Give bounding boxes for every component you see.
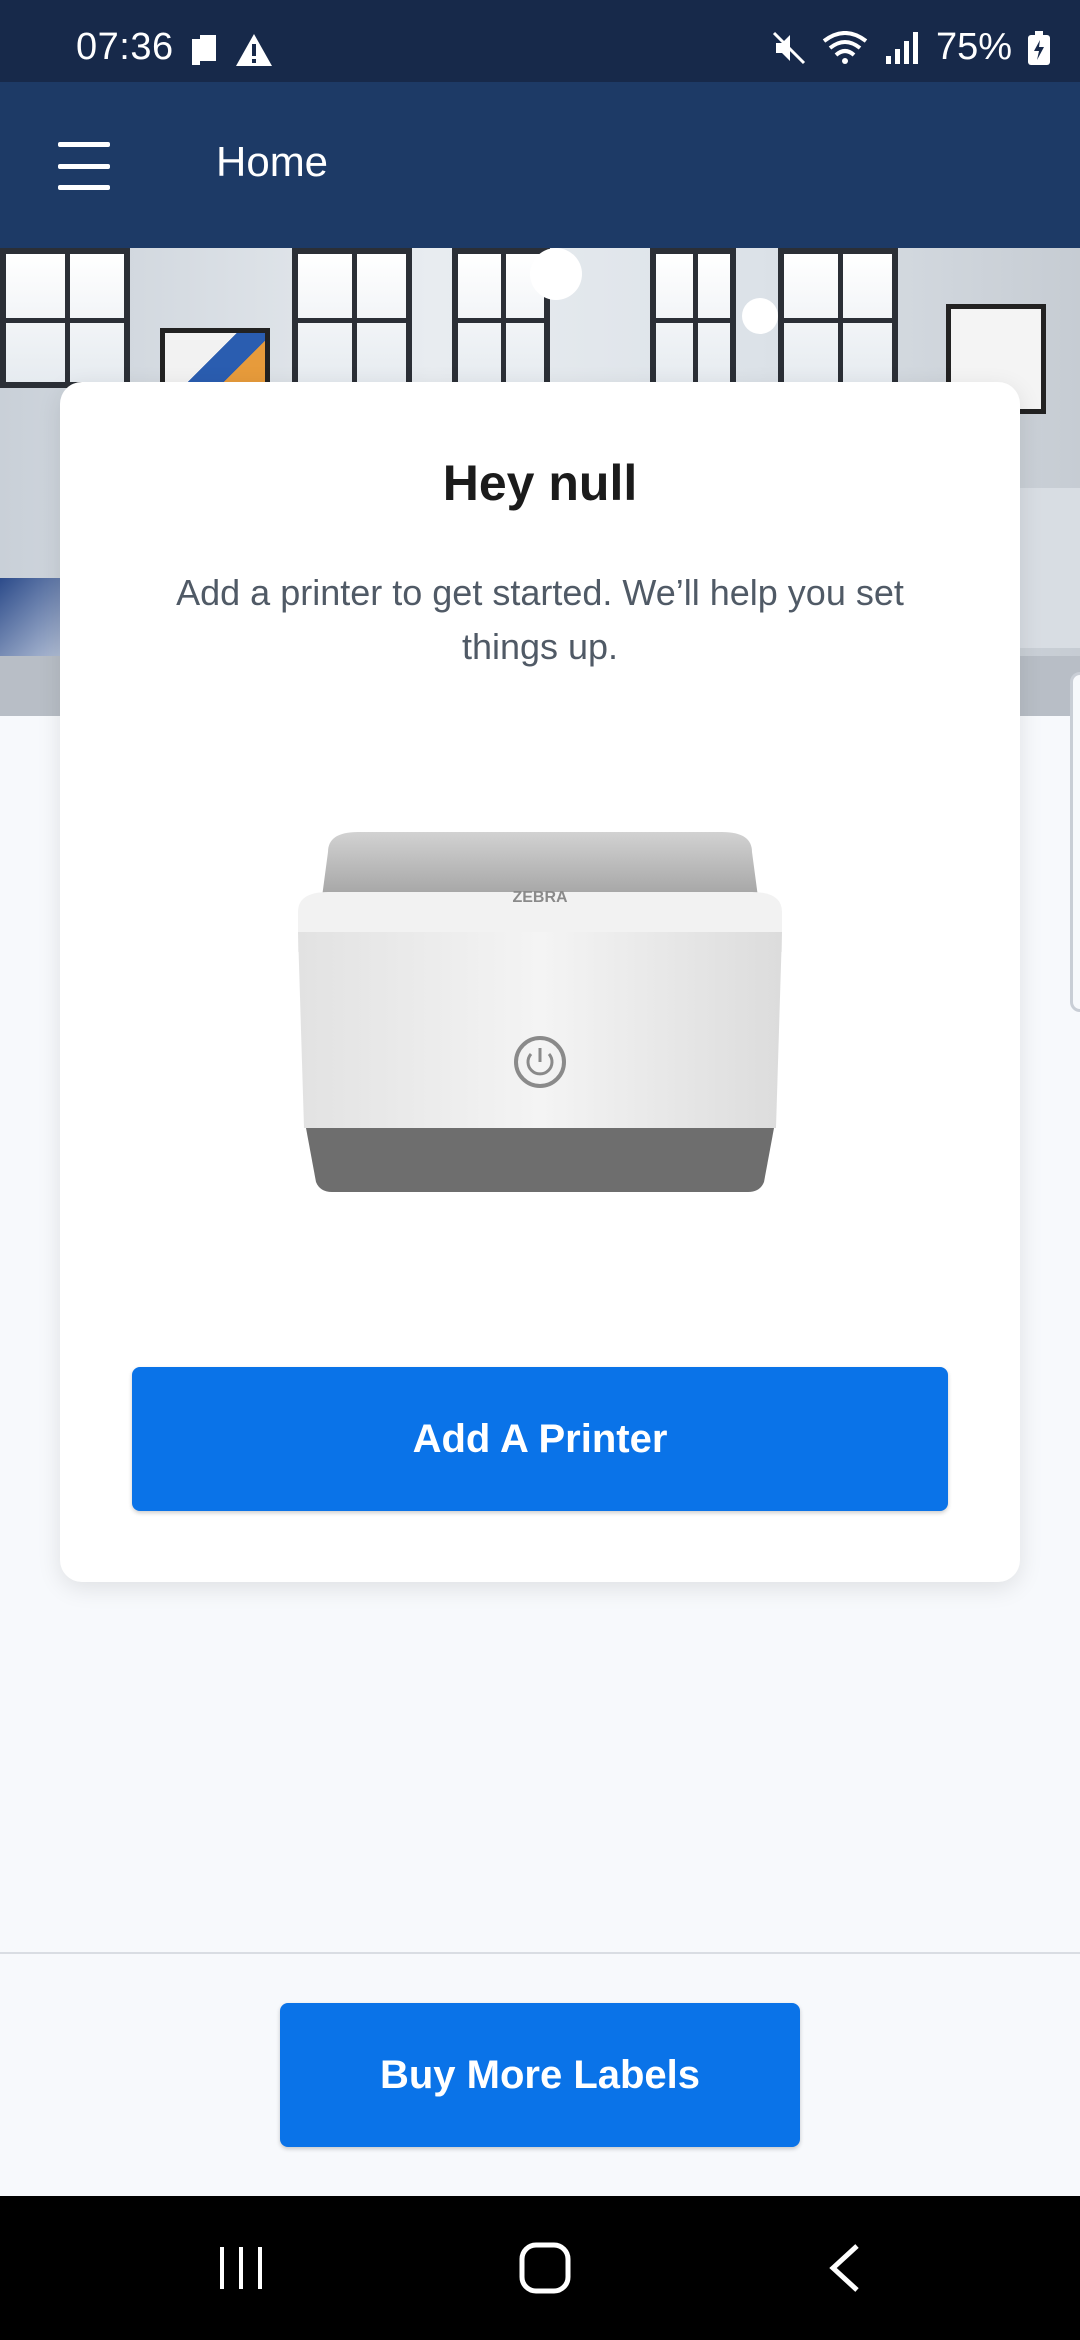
status-bar: 07:36 75% <box>0 0 1080 82</box>
card-title: Hey null <box>442 455 638 511</box>
warning-icon <box>236 34 272 66</box>
card-subtitle: Add a printer to get started. We’ll help… <box>176 572 904 667</box>
printer-illustration: ZEBRA <box>298 832 782 1192</box>
add-printer-button[interactable]: Add A Printer <box>132 1367 948 1511</box>
signal-icon <box>885 31 918 64</box>
battery-icon <box>1028 30 1050 65</box>
hamburger-menu-icon[interactable] <box>48 136 120 196</box>
status-time: 07:36 <box>76 26 174 68</box>
app-bar: Home <box>0 82 1080 248</box>
system-nav-bar <box>0 2196 1080 2340</box>
home-icon[interactable] <box>500 2236 590 2300</box>
back-icon[interactable] <box>800 2236 890 2300</box>
recent-apps-icon[interactable] <box>196 2236 286 2300</box>
page-title: Home <box>216 138 329 185</box>
welcome-card: Hey null Add a printer to get started. W… <box>60 382 1020 1582</box>
printer-brand-label: ZEBRA <box>512 889 568 906</box>
wifi-icon <box>822 30 868 64</box>
bottom-action-area: Buy More Labels <box>0 1954 1080 2196</box>
sim-icon <box>192 35 216 65</box>
mute-icon <box>772 31 805 64</box>
side-panel-handle[interactable] <box>1070 672 1080 1012</box>
battery-percent: 75% <box>935 26 1012 68</box>
buy-more-labels-button[interactable]: Buy More Labels <box>280 2003 800 2147</box>
